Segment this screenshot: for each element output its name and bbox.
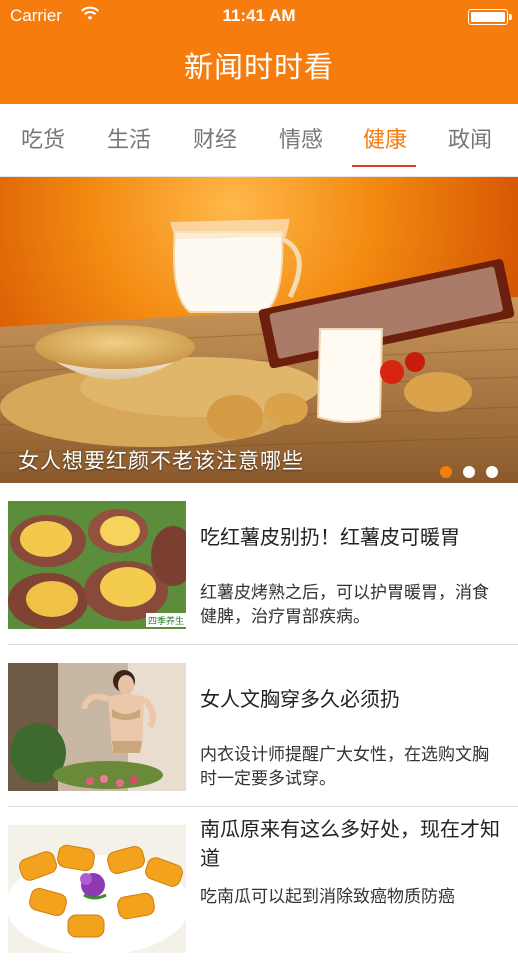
battery-icon — [468, 9, 512, 25]
image-watermark: 四季养生 — [148, 615, 184, 627]
article-thumbnail: 四季养生 — [8, 501, 186, 629]
page-dots — [429, 463, 498, 482]
list-item[interactable]: 女人文胸穿多久必须扔 内衣设计师提醒广大女性，在选购文胸时一定要多试穿。 — [0, 645, 518, 807]
banner-carousel[interactable]: 女人想要红颜不老该注意哪些 — [0, 177, 518, 483]
pumpkin-dish-image — [8, 825, 186, 953]
article-summary: 吃南瓜可以起到消除致癌物质防癌 — [200, 887, 455, 907]
article-title: 南瓜原来有这么多好处，现在才知道 — [200, 817, 500, 870]
page-dot-1[interactable] — [440, 466, 452, 478]
article-title: 女人文胸穿多久必须扔 — [200, 687, 400, 711]
article-thumbnail — [8, 663, 186, 791]
status-bar: Carrier 11:41 AM — [0, 0, 518, 34]
page-title: 新闻时时看 — [183, 50, 334, 84]
category-tabs: 吃货 生活 财经 情感 健康 政闻 — [0, 104, 518, 177]
page-dot-2[interactable] — [463, 466, 475, 478]
sweet-potato-image: 四季养生 — [8, 501, 186, 629]
article-thumbnail — [8, 825, 186, 953]
article-title: 吃红薯皮别扔！红薯皮可暖胃 — [200, 525, 460, 549]
tab-health[interactable]: 健康 — [342, 122, 428, 154]
tab-food[interactable]: 吃货 — [0, 122, 86, 154]
tab-finance[interactable]: 财经 — [172, 122, 258, 154]
banner-caption: 女人想要红颜不老该注意哪些 — [18, 449, 304, 473]
page-dot-3[interactable] — [486, 466, 498, 478]
article-summary: 红薯皮烤熟之后，可以护胃暖胃，消食健脾，治疗胃部疾病。 — [200, 583, 489, 627]
list-item[interactable]: 南瓜原来有这么多好处，现在才知道 吃南瓜可以起到消除致癌物质防癌 — [0, 807, 518, 969]
clock: 11:41 AM — [222, 6, 296, 25]
article-summary: 内衣设计师提醒广大女性，在选购文胸时一定要多试穿。 — [200, 745, 489, 789]
app-header: Carrier 11:41 AM 新闻时时看 — [0, 0, 518, 104]
list-item[interactable]: 四季养生 吃红薯皮别扔！红薯皮可暖胃 红薯皮烤熟之后，可以护胃暖胃，消食健脾，治… — [0, 483, 518, 645]
banner-image — [0, 219, 518, 483]
active-tab-indicator — [352, 165, 416, 167]
tab-emotion[interactable]: 情感 — [258, 122, 344, 154]
tab-life[interactable]: 生活 — [86, 122, 172, 154]
lingerie-model-image — [8, 663, 186, 791]
tab-politics[interactable]: 政闻 — [427, 122, 513, 154]
